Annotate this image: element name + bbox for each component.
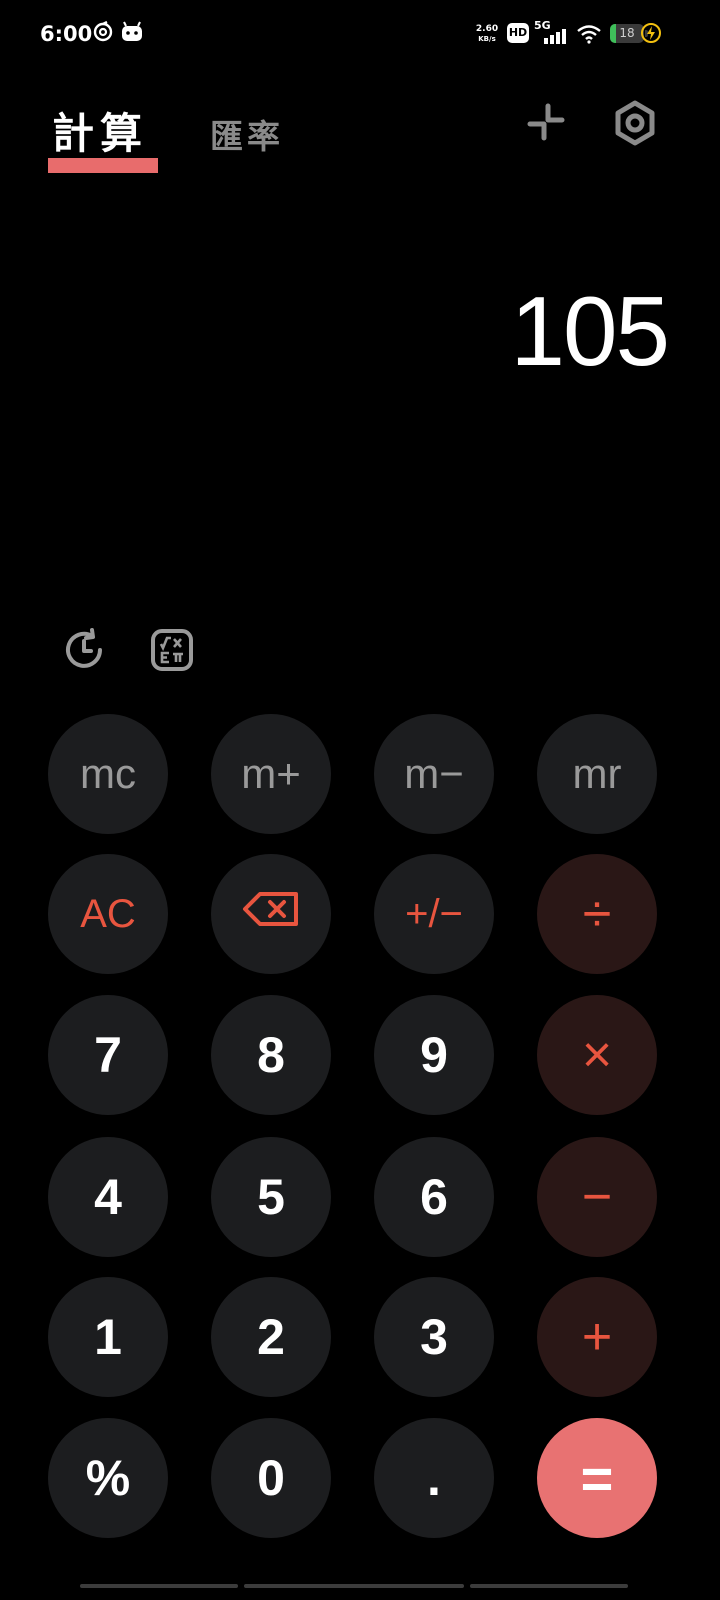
percent-button[interactable]: % xyxy=(48,1418,168,1538)
settings-icon[interactable] xyxy=(612,100,658,150)
digit-9-button[interactable]: 9 xyxy=(374,995,494,1115)
result-display: 105 xyxy=(510,276,670,386)
equals-button[interactable]: = xyxy=(537,1418,657,1538)
digit-0-button[interactable]: 0 xyxy=(211,1418,331,1538)
memory-add-button[interactable]: m+ xyxy=(211,714,331,834)
memory-recall-button[interactable]: mr xyxy=(537,714,657,834)
battery-icon: 18 xyxy=(610,24,644,43)
nav-bar-segment xyxy=(244,1584,464,1588)
net-speed: 2.60 KB/s xyxy=(475,24,499,43)
divide-button[interactable]: ÷ xyxy=(537,854,657,974)
hd-badge: HD xyxy=(507,23,529,43)
digit-7-button[interactable]: 7 xyxy=(48,995,168,1115)
backspace-icon xyxy=(242,891,300,937)
tab-calculator[interactable]: 計算 xyxy=(52,100,148,161)
active-tab-indicator xyxy=(48,158,158,173)
subtract-button[interactable]: − xyxy=(537,1137,657,1257)
status-bar: 6:00 2.60 KB/s HD 5G 18 xyxy=(0,0,720,70)
battery-level: 18 xyxy=(619,26,635,40)
nav-bar-segment xyxy=(80,1584,238,1588)
digit-3-button[interactable]: 3 xyxy=(374,1277,494,1397)
digit-5-button[interactable]: 5 xyxy=(211,1137,331,1257)
sign-toggle-button[interactable]: +/− xyxy=(374,854,494,974)
digit-8-button[interactable]: 8 xyxy=(211,995,331,1115)
notification-swirl-icon xyxy=(92,20,114,46)
add-button[interactable]: + xyxy=(537,1277,657,1397)
wifi-icon xyxy=(576,24,602,48)
signal-icon xyxy=(544,28,568,48)
memory-clear-button[interactable]: mc xyxy=(48,714,168,834)
android-bot-icon xyxy=(120,20,144,48)
decimal-point-button[interactable]: . xyxy=(374,1418,494,1538)
all-clear-button[interactable]: AC xyxy=(48,854,168,974)
nav-bar-segment xyxy=(470,1584,628,1588)
digit-1-button[interactable]: 1 xyxy=(48,1277,168,1397)
digit-6-button[interactable]: 6 xyxy=(374,1137,494,1257)
backspace-button[interactable] xyxy=(211,854,331,974)
history-icon[interactable] xyxy=(62,628,106,676)
status-time: 6:00 xyxy=(40,22,93,46)
tab-exchange-rate[interactable]: 匯率 xyxy=(210,110,284,158)
collapse-icon[interactable] xyxy=(526,102,566,146)
charging-icon xyxy=(640,22,662,48)
memory-subtract-button[interactable]: m− xyxy=(374,714,494,834)
scientific-mode-icon[interactable] xyxy=(150,628,194,676)
multiply-button[interactable]: × xyxy=(537,995,657,1115)
digit-4-button[interactable]: 4 xyxy=(48,1137,168,1257)
digit-2-button[interactable]: 2 xyxy=(211,1277,331,1397)
